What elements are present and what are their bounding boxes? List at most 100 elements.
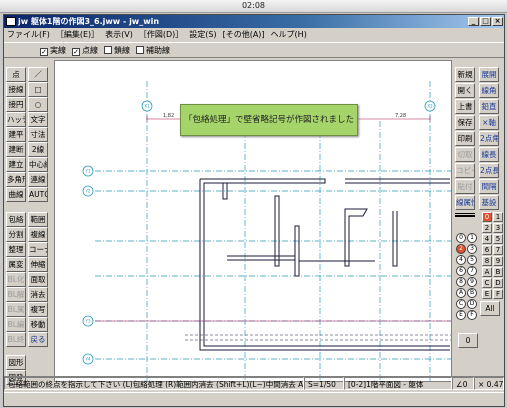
tool-button[interactable]: 寸法: [28, 127, 48, 142]
layer-number-button[interactable]: 8: [482, 256, 492, 266]
tool-button[interactable]: □: [28, 82, 48, 97]
tool-button[interactable]: 複線: [28, 227, 48, 242]
menu-item[interactable]: ヘルプ(H): [268, 28, 310, 42]
status-zoom[interactable]: × 0.47: [474, 377, 504, 390]
option-3[interactable]: 補助線: [136, 43, 170, 58]
tool-button[interactable]: ×軸: [479, 115, 499, 130]
tool-button[interactable]: BL属: [6, 302, 26, 317]
layer-number-button[interactable]: 9: [493, 256, 503, 266]
tool-button[interactable]: 展開: [479, 67, 499, 82]
menu-item[interactable]: 表示(V): [102, 28, 136, 42]
checkbox[interactable]: [136, 46, 144, 54]
tool-button[interactable]: 2点角: [479, 131, 499, 146]
tool-button[interactable]: ハッチ: [6, 112, 26, 127]
tool-button[interactable]: 建断: [6, 142, 26, 157]
minimize-button[interactable]: _: [468, 17, 479, 26]
checkbox[interactable]: ✓: [72, 48, 80, 56]
layer-number-button[interactable]: E: [482, 289, 492, 299]
layer-number-button[interactable]: 4: [482, 234, 492, 244]
layer-group-button[interactable]: 7: [467, 266, 477, 276]
option-1[interactable]: ✓ 点線: [72, 43, 98, 58]
tool-button[interactable]: 鉛直: [479, 99, 499, 114]
layer-group-button[interactable]: 2: [456, 244, 466, 254]
tool-button[interactable]: 2線: [28, 142, 48, 157]
tool-button[interactable]: ／: [28, 67, 48, 82]
tool-button[interactable]: 保存: [455, 115, 475, 130]
tool-button[interactable]: 図形: [6, 355, 26, 370]
layer-group-button[interactable]: D: [467, 299, 477, 309]
layer-number-button[interactable]: 6: [482, 245, 492, 255]
tool-button[interactable]: コピー: [455, 163, 475, 178]
checkbox[interactable]: ✓: [40, 48, 48, 56]
tool-button[interactable]: 新規: [455, 67, 475, 82]
tool-button[interactable]: 間隔: [479, 179, 499, 194]
layer-group-button[interactable]: E: [456, 310, 466, 320]
tool-button[interactable]: 曲線: [6, 187, 26, 202]
tool-button[interactable]: 属変: [6, 257, 26, 272]
layer-number-button[interactable]: 0: [482, 212, 492, 222]
layer-group-button[interactable]: B: [467, 288, 477, 298]
layer-number-button[interactable]: A: [482, 267, 492, 277]
tool-button[interactable]: 複写: [28, 302, 48, 317]
menu-item[interactable]: ［編集(E)］: [53, 28, 102, 42]
layer-number-button[interactable]: 5: [493, 234, 503, 244]
tool-button[interactable]: 線属性: [455, 195, 475, 210]
layer-group-button[interactable]: C: [456, 299, 466, 309]
tool-button[interactable]: ○: [28, 97, 48, 112]
tool-button[interactable]: 線長: [479, 147, 499, 162]
tool-button[interactable]: 移動: [28, 317, 48, 332]
layer-group-button[interactable]: 3: [467, 244, 477, 254]
layer-zero-button[interactable]: 0: [458, 333, 478, 348]
option-2[interactable]: 鎖線: [104, 43, 130, 58]
tool-button[interactable]: 包絡: [6, 212, 26, 227]
tool-button[interactable]: 基設: [479, 195, 499, 210]
layer-group-button[interactable]: 1: [467, 233, 477, 243]
layer-group-button[interactable]: F: [467, 310, 477, 320]
layer-number-button[interactable]: F: [493, 289, 503, 299]
layer-number-button[interactable]: D: [493, 278, 503, 288]
tool-button[interactable]: 戻る: [28, 332, 48, 347]
maximize-button[interactable]: □: [480, 17, 491, 26]
tool-button[interactable]: BL解: [6, 287, 26, 302]
menu-item[interactable]: ［作図(D)］: [136, 28, 186, 42]
tool-button[interactable]: BL編: [6, 317, 26, 332]
menu-item[interactable]: ファイル(F): [4, 28, 53, 42]
close-button[interactable]: ×: [492, 17, 503, 26]
drawing-canvas[interactable]: X1 X2 Y1 Y2 Y3 Y4 1,82 7,28 「包絡処理」で壁省略記号…: [54, 60, 452, 382]
tool-button[interactable]: 文字: [28, 112, 48, 127]
tool-button[interactable]: 整理: [6, 242, 26, 257]
tool-button[interactable]: 印刷: [455, 131, 475, 146]
tool-button[interactable]: 切取: [455, 147, 475, 162]
tool-button[interactable]: 分割: [6, 227, 26, 242]
menu-item[interactable]: [その他(A)]: [220, 28, 268, 42]
line-style-swatch[interactable]: [455, 213, 475, 217]
layer-group-button[interactable]: 0: [456, 233, 466, 243]
tool-button[interactable]: 範囲: [28, 212, 48, 227]
tool-button[interactable]: 2点長: [479, 163, 499, 178]
layer-group-button[interactable]: 4: [456, 255, 466, 265]
tool-button[interactable]: 開く: [455, 83, 475, 98]
tool-button[interactable]: 面取: [28, 272, 48, 287]
tool-button[interactable]: 上書: [455, 99, 475, 114]
tool-button[interactable]: 伸縮: [28, 257, 48, 272]
checkbox[interactable]: [104, 46, 112, 54]
layer-group-button[interactable]: 5: [467, 255, 477, 265]
tool-button[interactable]: AUTO: [28, 187, 48, 202]
status-angle[interactable]: ∠0: [452, 377, 474, 390]
tool-button[interactable]: 中心線: [28, 157, 48, 172]
layer-number-button[interactable]: 2: [482, 223, 492, 233]
tool-button[interactable]: 線角: [479, 83, 499, 98]
tool-button[interactable]: 建平: [6, 127, 26, 142]
layer-all-button[interactable]: All: [480, 301, 500, 316]
layer-group-button[interactable]: 8: [456, 277, 466, 287]
tool-button[interactable]: 多角形: [6, 172, 26, 187]
option-0[interactable]: ✓ 実線: [40, 43, 66, 58]
status-layer[interactable]: [0-2]1階平面図 - 躯体: [344, 377, 452, 390]
tool-button[interactable]: 連線: [28, 172, 48, 187]
tool-button[interactable]: 接円: [6, 97, 26, 112]
layer-group-button[interactable]: 6: [456, 266, 466, 276]
tool-button[interactable]: 接線: [6, 82, 26, 97]
tool-button[interactable]: 点: [6, 67, 26, 82]
menu-item[interactable]: 設定(S): [186, 28, 219, 42]
layer-number-button[interactable]: 7: [493, 245, 503, 255]
